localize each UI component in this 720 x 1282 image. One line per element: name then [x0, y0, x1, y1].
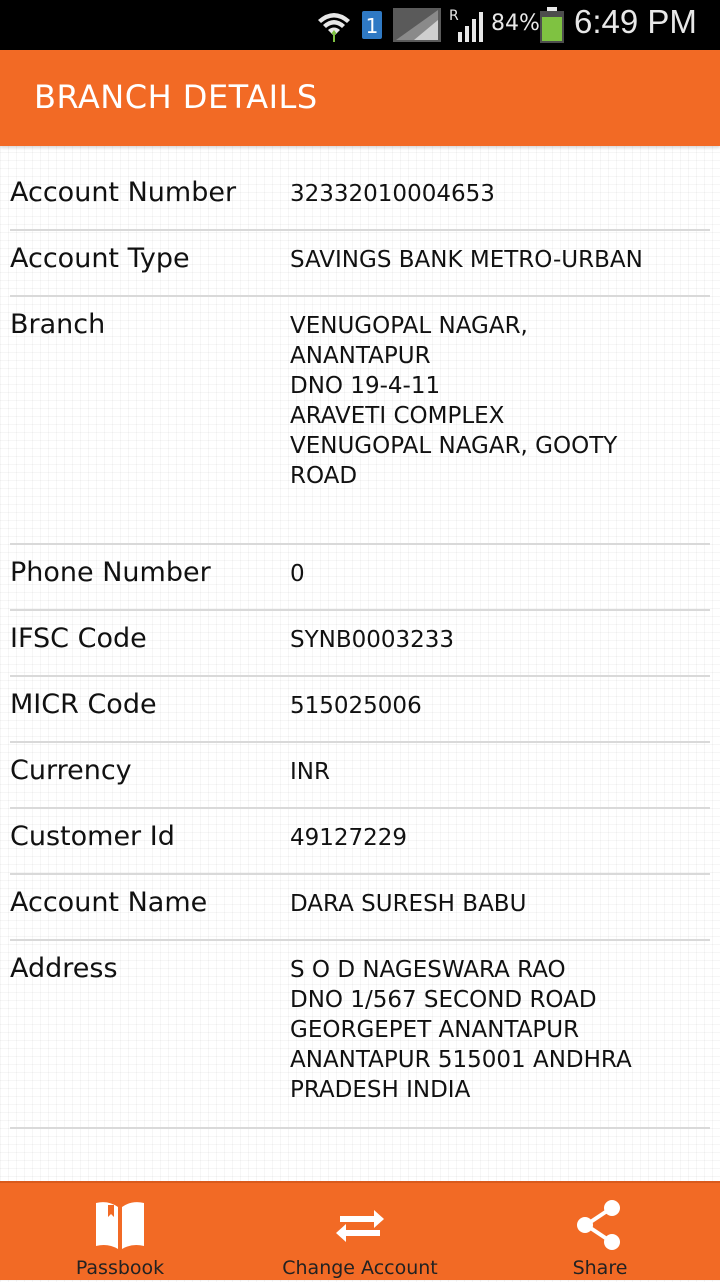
- book-icon: [96, 1202, 144, 1249]
- detail-label: IFSC Code: [10, 623, 147, 654]
- change-account-label: Change Account: [282, 1257, 438, 1279]
- roaming-signal-icon: R: [449, 8, 483, 42]
- swap-arrows-icon: [336, 1210, 384, 1242]
- detail-value: 0: [290, 561, 305, 587]
- wifi-icon: [318, 13, 350, 42]
- battery-icon: [540, 7, 564, 43]
- detail-label: Account Number: [10, 177, 237, 208]
- detail-row-address: Address S O D NAGESWARA RAO DNO 1/567 SE…: [10, 941, 710, 1129]
- detail-label: MICR Code: [10, 689, 157, 720]
- bottom-nav: Passbook Change Account Share: [0, 1181, 720, 1280]
- detail-value: INR: [290, 759, 330, 785]
- detail-value: SAVINGS BANK METRO-URBAN: [290, 247, 643, 273]
- detail-label: Account Name: [10, 887, 208, 918]
- detail-label: Branch: [10, 309, 106, 340]
- detail-row-ifsc-code: IFSC Code SYNB0003233: [10, 611, 710, 677]
- detail-label: Currency: [10, 755, 132, 786]
- detail-value: 515025006: [290, 693, 422, 719]
- battery-percent: 84%: [491, 11, 540, 36]
- detail-row-branch: Branch VENUGOPAL NAGAR, ANANTAPUR DNO 19…: [10, 297, 710, 545]
- detail-row-account-name: Account Name DARA SURESH BABU: [10, 875, 710, 941]
- share-button[interactable]: Share: [480, 1183, 720, 1282]
- detail-row-customer-id: Customer Id 49127229: [10, 809, 710, 875]
- detail-row-micr-code: MICR Code 515025006: [10, 677, 710, 743]
- detail-value: SYNB0003233: [290, 627, 455, 653]
- signal-icon: [393, 8, 441, 42]
- detail-value: 49127229: [290, 825, 408, 851]
- status-bar: 1 R 84% 6:49 PM: [0, 0, 720, 50]
- detail-row-currency: Currency INR: [10, 743, 710, 809]
- detail-label: Customer Id: [10, 821, 175, 852]
- detail-row-account-number: Account Number 32332010004653: [10, 165, 710, 231]
- app-header: BRANCH DETAILS: [0, 50, 720, 146]
- detail-value: S O D NAGESWARA RAO DNO 1/567 SECOND ROA…: [290, 957, 632, 1103]
- detail-label: Account Type: [10, 243, 190, 274]
- detail-row-phone-number: Phone Number 0: [10, 545, 710, 611]
- share-icon: [577, 1200, 620, 1250]
- passbook-label: Passbook: [75, 1257, 165, 1279]
- detail-value: DARA SURESH BABU: [290, 891, 527, 917]
- share-label: Share: [572, 1257, 628, 1279]
- page-title: BRANCH DETAILS: [34, 78, 318, 116]
- detail-row-account-type: Account Type SAVINGS BANK METRO-URBAN: [10, 231, 710, 297]
- passbook-button[interactable]: Passbook: [0, 1183, 240, 1282]
- sim-icon: 1: [362, 11, 382, 39]
- detail-label: Address: [10, 953, 118, 984]
- detail-value: VENUGOPAL NAGAR, ANANTAPUR DNO 19-4-11 A…: [290, 313, 618, 489]
- branch-details-list: Account Number 32332010004653 Account Ty…: [0, 165, 720, 1129]
- detail-value: 32332010004653: [290, 181, 495, 207]
- clock: 6:49 PM: [574, 3, 697, 40]
- svg-text:R: R: [449, 8, 459, 24]
- detail-label: Phone Number: [10, 557, 211, 588]
- svg-text:1: 1: [366, 14, 379, 38]
- change-account-button[interactable]: Change Account: [240, 1183, 480, 1282]
